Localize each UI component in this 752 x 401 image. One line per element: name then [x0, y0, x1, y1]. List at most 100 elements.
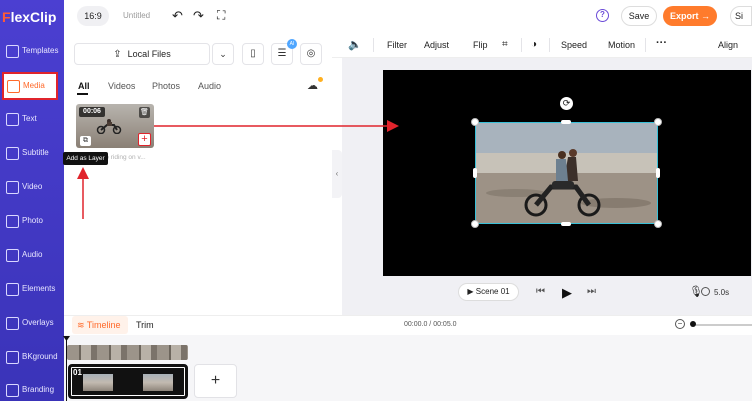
play-small-icon: ▶: [467, 287, 476, 296]
align-button[interactable]: Align: [718, 40, 738, 50]
notification-dot: [318, 77, 323, 82]
timeline-icon: ≋: [77, 320, 87, 330]
scene-selector[interactable]: ▶ Scene 01: [458, 283, 519, 301]
redo-icon[interactable]: ↷: [193, 9, 204, 22]
sidebar-item-label: Branding: [22, 385, 55, 394]
scene-duration[interactable]: 5.0s: [714, 288, 729, 297]
ai-badge: AI: [287, 39, 297, 49]
layers-icon: [6, 45, 19, 58]
text-icon: [6, 113, 19, 126]
resize-handle-top[interactable]: [561, 120, 571, 124]
previous-icon[interactable]: ⏮: [536, 286, 545, 297]
photo-icon: [6, 215, 19, 228]
screen-record-icon[interactable]: ◎: [300, 43, 322, 65]
sidebar-item-label: Subtitle: [22, 148, 49, 157]
volume-icon[interactable]: 🔈: [348, 38, 362, 51]
rotate-icon[interactable]: ⟳: [560, 97, 573, 110]
crop-icon[interactable]: ⌗: [502, 39, 508, 50]
tab-videos[interactable]: Videos: [108, 81, 135, 91]
duration-badge: 00:06: [79, 107, 105, 117]
video-layer[interactable]: [475, 122, 658, 224]
subtitle-icon: [6, 147, 19, 160]
scene-thumbnail: [143, 374, 173, 391]
scene-thumbnail: [83, 374, 113, 391]
divider: [373, 38, 374, 52]
sidebar-item-label: Elements: [22, 284, 56, 293]
motorcycle-scene: [476, 123, 657, 223]
more-icon[interactable]: ···: [656, 37, 667, 49]
chevron-down-icon[interactable]: ⌄: [212, 43, 234, 65]
collapse-panel-button[interactable]: ‹: [332, 150, 342, 198]
resize-handle-right[interactable]: [656, 168, 660, 178]
resize-handle-br[interactable]: [654, 220, 662, 228]
zoom-slider-handle[interactable]: [690, 321, 696, 327]
share-button[interactable]: Si: [730, 6, 752, 26]
sidebar-item-templates[interactable]: Templates: [0, 38, 64, 68]
sidebar-item-label: Audio: [22, 250, 43, 259]
sidebar-item-media[interactable]: Media: [2, 72, 58, 100]
tab-trim[interactable]: Trim: [136, 316, 154, 334]
flip-button[interactable]: Flip: [473, 40, 488, 50]
motion-button[interactable]: Motion: [608, 40, 635, 50]
branding-icon: [6, 384, 19, 397]
sidebar-item-label: Media: [23, 81, 45, 90]
add-to-scene-button[interactable]: +: [138, 133, 151, 146]
project-title[interactable]: Untitled: [123, 11, 150, 20]
sidebar-item-subtitle[interactable]: Subtitle: [0, 140, 64, 170]
resize-handle-bl[interactable]: [471, 220, 479, 228]
opacity-icon[interactable]: ◑: [531, 39, 537, 50]
scene-clip[interactable]: 01: [68, 364, 188, 399]
sidebar-item-text[interactable]: Text: [0, 106, 64, 136]
flexclip-editor: FlexClip Templates Media Text Subtitle Video…: [0, 0, 752, 401]
tab-photos[interactable]: Photos: [152, 81, 180, 91]
background-icon: [6, 351, 19, 364]
sidebar-item-label: Photo: [22, 216, 43, 225]
local-files-button[interactable]: ⇪ Local Files: [74, 43, 210, 65]
divider: [521, 38, 522, 52]
sidebar-item-label: Video: [22, 182, 43, 191]
add-as-layer-icon[interactable]: ⧉: [80, 136, 91, 146]
resize-handle-tr[interactable]: [654, 118, 662, 126]
undo-icon[interactable]: ↶: [172, 9, 183, 22]
sidebar-item-bkground[interactable]: BKground: [0, 344, 64, 374]
resize-handle-left[interactable]: [473, 168, 477, 178]
tab-audio[interactable]: Audio: [198, 81, 221, 91]
logo: FlexClip: [2, 9, 57, 25]
sidebar-item-label: Text: [22, 114, 37, 123]
tab-timeline[interactable]: ≋ Timeline: [72, 316, 128, 334]
resize-handle-bottom[interactable]: [561, 222, 571, 226]
video-layer-track[interactable]: [67, 345, 188, 360]
add-scene-button[interactable]: +: [194, 364, 237, 398]
speed-button[interactable]: Speed: [561, 40, 587, 50]
save-button[interactable]: Save: [621, 6, 657, 26]
active-tab-indicator: [77, 93, 88, 95]
music-icon: [6, 249, 19, 262]
trash-icon[interactable]: 🗑: [139, 107, 150, 118]
next-icon[interactable]: ⏭: [587, 286, 596, 297]
clock-icon: [701, 287, 710, 296]
sidebar-item-elements[interactable]: Elements: [0, 276, 64, 306]
play-icon[interactable]: ▶: [562, 285, 572, 301]
aspect-ratio-button[interactable]: 16:9: [77, 6, 109, 26]
zoom-out-icon[interactable]: −: [675, 319, 685, 329]
filter-button[interactable]: Filter: [387, 40, 407, 50]
video-icon: [6, 181, 19, 194]
sidebar-item-label: BKground: [22, 352, 58, 361]
sidebar-item-audio[interactable]: Audio: [0, 242, 64, 272]
adjust-button[interactable]: Adjust: [424, 40, 449, 50]
add-as-layer-tooltip: Add as Layer: [63, 152, 108, 165]
tab-all[interactable]: All: [78, 81, 90, 91]
help-icon[interactable]: ?: [596, 9, 609, 22]
resize-handle-tl[interactable]: [471, 118, 479, 126]
playhead[interactable]: [66, 337, 67, 401]
zoom-slider[interactable]: [691, 324, 752, 326]
phone-icon[interactable]: ▯: [242, 43, 264, 65]
sidebar-item-video[interactable]: Video: [0, 174, 64, 204]
cloud-off-icon[interactable]: ☁: [307, 79, 318, 92]
export-button[interactable]: Export →: [663, 6, 717, 26]
sidebar-item-branding[interactable]: Branding: [0, 377, 64, 401]
motorcycle-image: [96, 119, 122, 134]
fullscreen-icon[interactable]: ⛶: [217, 9, 225, 22]
sidebar-item-photo[interactable]: Photo: [0, 208, 64, 238]
sidebar-item-overlays[interactable]: Overlays: [0, 310, 64, 340]
